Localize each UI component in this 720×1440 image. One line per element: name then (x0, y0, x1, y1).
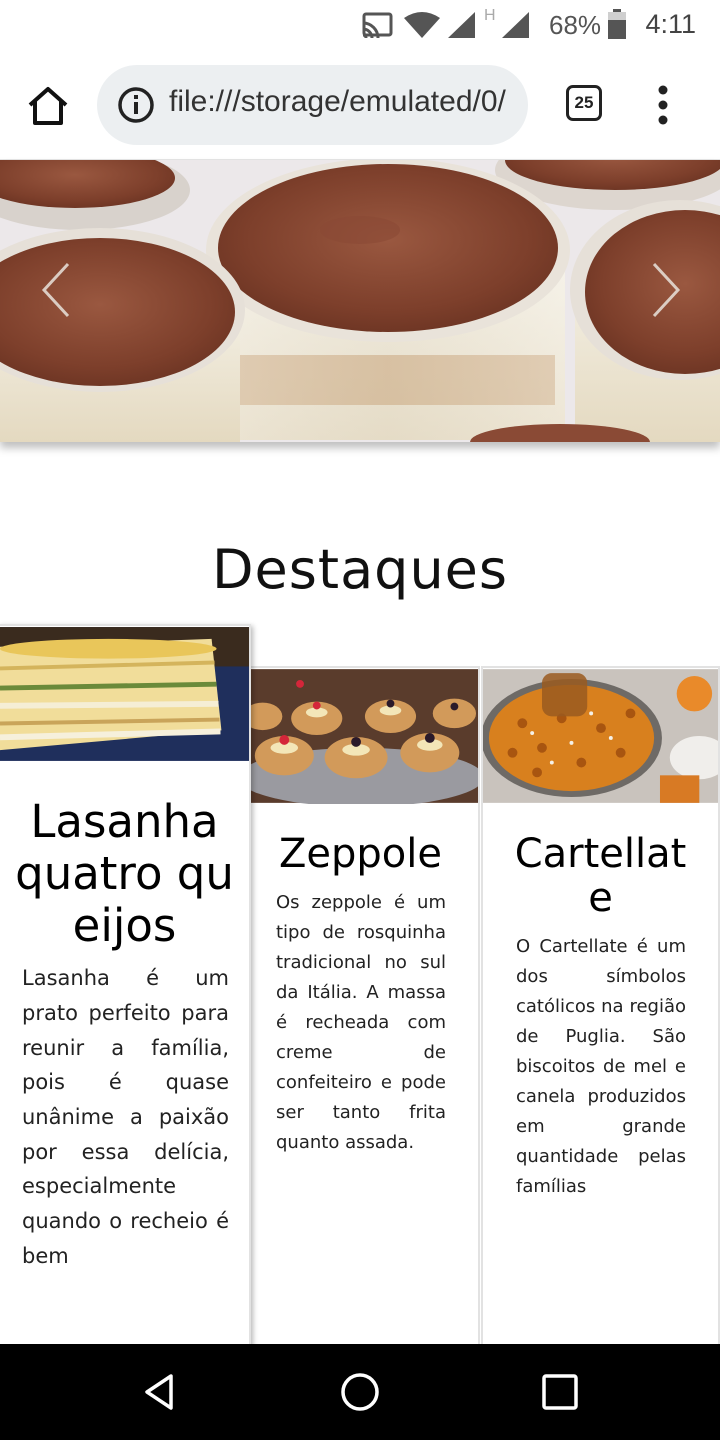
chevron-left-icon[interactable] (38, 260, 74, 320)
battery-percent: 68% (549, 10, 602, 40)
wifi-icon (404, 12, 440, 38)
status-bar: H 68% 4:11 (0, 0, 720, 52)
url-text[interactable]: file:///storage/emulated/0/ (169, 85, 506, 119)
chevron-right-icon[interactable] (648, 260, 684, 320)
section-title: Destaques (211, 538, 509, 601)
tabs-button[interactable]: 25 (566, 85, 602, 121)
battery-icon (608, 9, 626, 39)
clock: 4:11 (645, 9, 696, 39)
cast-icon (362, 12, 393, 38)
recipe-card[interactable]: Cartellate O Cartellate é um dos símbolo… (481, 666, 720, 1386)
card-description: O Cartellate é um dos símbolos católicos… (516, 936, 686, 1197)
browser-toolbar: file:///storage/emulated/0/ 25 (0, 52, 720, 160)
signal-icon (502, 12, 529, 38)
card-description: Os zeppole é um tipo de rosquinha tradic… (276, 892, 446, 1153)
signal-icon (448, 12, 475, 38)
hero-image (0, 160, 720, 442)
more-vert-icon[interactable] (648, 84, 678, 126)
recipe-card[interactable]: Zeppole Os zeppole é um tipo de rosquinh… (241, 666, 480, 1386)
card-image (483, 669, 718, 803)
network-type-label: H (484, 7, 496, 24)
recipe-card[interactable]: Lasanha quatro queijos Lasanha é um prat… (0, 624, 251, 1384)
home-circle-icon[interactable] (338, 1370, 382, 1414)
card-title: Cartellate (514, 831, 687, 921)
card-image (0, 627, 249, 761)
info-icon[interactable] (117, 86, 155, 124)
hero-carousel[interactable] (0, 160, 720, 442)
address-bar[interactable]: file:///storage/emulated/0/ (97, 65, 528, 145)
recents-icon[interactable] (538, 1370, 582, 1414)
system-nav-bar (0, 1344, 720, 1440)
card-title: Zeppole (279, 831, 442, 877)
card-image (243, 669, 478, 804)
card-description: Lasanha é um prato perfeito para reunir … (22, 966, 229, 1268)
home-icon[interactable] (22, 80, 74, 132)
card-title: Lasanha quatro queijos (15, 795, 234, 952)
back-icon[interactable] (139, 1370, 183, 1414)
